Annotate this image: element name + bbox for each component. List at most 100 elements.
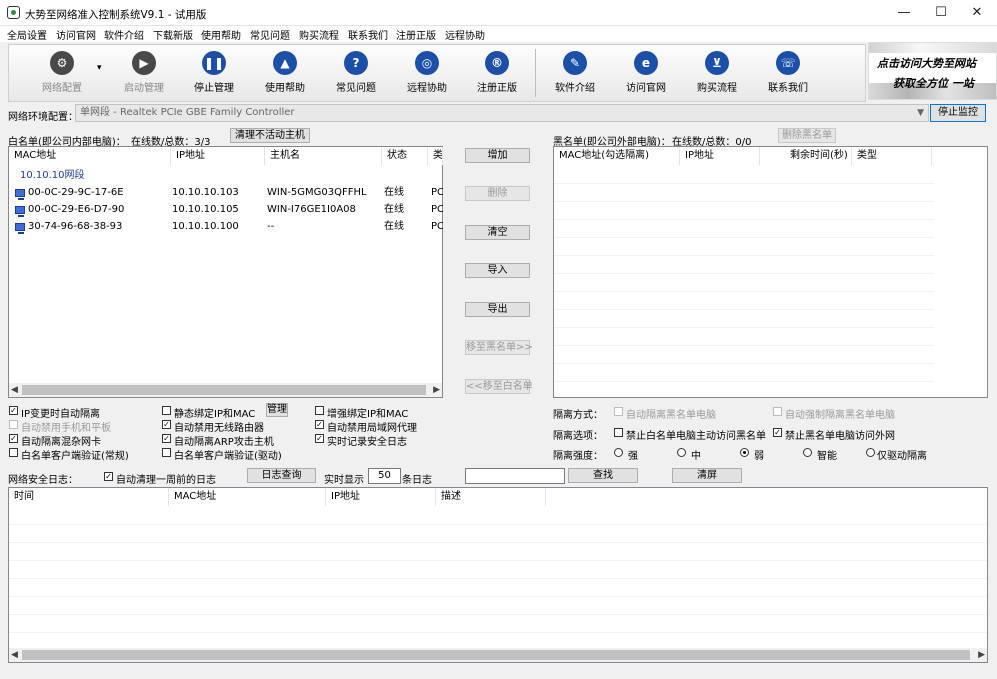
- forbid-black-internet-checkbox[interactable]: ✓: [773, 428, 782, 437]
- add-button[interactable]: 增加: [465, 148, 530, 163]
- ip-change-isolate-checkbox[interactable]: ✓: [9, 406, 18, 415]
- stop-manage-button[interactable]: ❚❚ 停止管理: [181, 49, 247, 97]
- col-status[interactable]: 状态: [382, 147, 428, 165]
- grid-line: [9, 560, 987, 561]
- software-intro-button[interactable]: ✎ 软件介绍: [542, 49, 608, 97]
- help-button[interactable]: ▲ 使用帮助: [252, 49, 318, 97]
- menu-contact[interactable]: 联系我们: [348, 27, 388, 42]
- auto-isolate-checkbox[interactable]: [614, 407, 623, 416]
- move-to-whitelist-button[interactable]: <<移至白名单: [465, 379, 533, 394]
- official-site-button[interactable]: e 访问官网: [613, 49, 679, 97]
- menu-help[interactable]: 使用帮助: [201, 27, 241, 42]
- col-remaining-time[interactable]: 剩余时间(秒): [760, 147, 852, 165]
- col-hostname[interactable]: 主机名: [265, 147, 382, 165]
- col-ip[interactable]: IP地址: [326, 488, 436, 506]
- row-status: 在线: [384, 204, 404, 215]
- scroll-thumb[interactable]: [22, 650, 970, 660]
- menu-register[interactable]: 注册正版: [396, 27, 436, 42]
- menu-software-intro[interactable]: 软件介绍: [104, 27, 144, 42]
- delete-button[interactable]: 删除: [465, 186, 530, 201]
- menu-purchase[interactable]: 购买流程: [299, 27, 339, 42]
- computer-icon: [15, 223, 25, 234]
- col-type[interactable]: 类型: [852, 147, 932, 165]
- purchase-button[interactable]: ⊻ 购买流程: [684, 49, 750, 97]
- log-count-input[interactable]: 50: [368, 468, 401, 484]
- start-manage-button[interactable]: ▶ 启动管理: [111, 49, 177, 97]
- maximize-button[interactable]: ☐: [922, 0, 960, 26]
- tb-label: 联系我们: [768, 83, 808, 94]
- col-time[interactable]: 时间: [9, 488, 169, 506]
- col-type[interactable]: 类: [428, 147, 443, 165]
- scroll-left-icon[interactable]: ◀: [11, 648, 18, 662]
- strength-smart-radio[interactable]: [803, 448, 812, 457]
- row-status: 在线: [384, 187, 404, 198]
- static-bind-checkbox[interactable]: [162, 406, 171, 415]
- menu-remote-assist[interactable]: 远程协助: [445, 27, 485, 42]
- log-search-input[interactable]: [465, 468, 565, 484]
- stop-monitor-button[interactable]: 停止监控: [930, 104, 986, 122]
- tb-label: 软件介绍: [555, 83, 595, 94]
- banner-line2: 获取全方位 一站: [893, 77, 974, 90]
- log-query-button[interactable]: 日志查询: [247, 468, 316, 483]
- strength-strong-radio[interactable]: [614, 448, 623, 457]
- register-button[interactable]: ® 注册正版: [464, 49, 530, 97]
- disable-wireless-router-checkbox[interactable]: ✓: [162, 420, 171, 429]
- col-ip[interactable]: IP地址: [680, 147, 760, 165]
- network-config-button[interactable]: ⚙ 网络配置: [29, 49, 95, 97]
- strength-driver-radio[interactable]: [866, 448, 875, 457]
- export-button[interactable]: 导出: [465, 302, 530, 317]
- clear-inactive-button[interactable]: 清理不活动主机: [230, 128, 310, 143]
- isolate-arp-checkbox[interactable]: ✓: [162, 434, 171, 443]
- network-select[interactable]: 单网段 - Realtek PCIe GBE Family Controller…: [75, 104, 929, 122]
- realtime-log-checkbox[interactable]: ✓: [315, 434, 324, 443]
- faq-button[interactable]: ? 常见问题: [323, 49, 389, 97]
- group-header[interactable]: 10.10.10网段: [20, 168, 85, 184]
- remote-assist-button[interactable]: ◎ 远程协助: [394, 49, 460, 97]
- col-mac-isolate[interactable]: MAC地址(勾选隔离): [554, 147, 680, 165]
- menu-global-settings[interactable]: 全局设置: [7, 27, 47, 42]
- move-to-blacklist-button[interactable]: 移至黑名单>>: [465, 340, 533, 355]
- strength-weak-radio[interactable]: [740, 448, 749, 457]
- row-host: WIN-5GMG03QFFHL: [267, 187, 367, 198]
- menu-official-site[interactable]: 访问官网: [56, 27, 96, 42]
- clear-button[interactable]: 清空: [465, 225, 530, 240]
- log-scrollbar[interactable]: ◀ ▶: [9, 648, 987, 662]
- col-ip[interactable]: IP地址: [171, 147, 265, 165]
- minimize-button[interactable]: —: [885, 0, 923, 26]
- clear-screen-button[interactable]: 清屏: [672, 468, 742, 483]
- close-button[interactable]: ✕: [958, 0, 996, 26]
- network-config-label: 网络环境配置：: [8, 112, 78, 123]
- bind-manage-button[interactable]: 管理: [266, 403, 288, 417]
- menu-faq[interactable]: 常见问题: [250, 27, 290, 42]
- title-bar: 大势至网络准入控制系统V9.1 - 试用版 — ☐ ✕: [0, 0, 997, 26]
- scroll-right-icon[interactable]: ▶: [433, 383, 440, 397]
- strength-strong-label: 强: [628, 451, 638, 462]
- force-isolate-checkbox[interactable]: [773, 407, 782, 416]
- scroll-thumb[interactable]: [22, 385, 426, 395]
- import-button[interactable]: 导入: [465, 263, 530, 278]
- enhanced-bind-checkbox[interactable]: [315, 406, 324, 415]
- find-button[interactable]: 查找: [568, 468, 638, 483]
- scroll-right-icon[interactable]: ▶: [978, 648, 985, 662]
- forbid-white-access-checkbox[interactable]: [614, 428, 623, 437]
- auto-clean-log-checkbox[interactable]: ✓: [104, 472, 113, 481]
- strength-medium-radio[interactable]: [677, 448, 686, 457]
- col-mac[interactable]: MAC地址: [169, 488, 326, 506]
- disable-lan-proxy-checkbox[interactable]: ✓: [315, 420, 324, 429]
- col-mac[interactable]: MAC地址: [9, 147, 171, 165]
- col-description[interactable]: 描述: [436, 488, 546, 506]
- tb-label: 购买流程: [697, 83, 737, 94]
- config-dropdown-icon[interactable]: ▾: [97, 63, 102, 73]
- scroll-left-icon[interactable]: ◀: [11, 383, 18, 397]
- grid-line: [554, 363, 934, 364]
- isolate-mixed-nic-checkbox[interactable]: ✓: [9, 434, 18, 443]
- whitelist-scrollbar[interactable]: ◀ ▶: [9, 383, 442, 397]
- promo-banner[interactable]: 点击访问大势至网站 获取全方位 一站: [868, 42, 997, 100]
- contact-button[interactable]: ☏ 联系我们: [755, 49, 821, 97]
- disable-phone-label: 自动禁用手机和平板: [21, 423, 111, 434]
- disable-phone-checkbox[interactable]: [9, 420, 18, 429]
- menu-download[interactable]: 下载新版: [153, 27, 193, 42]
- whitelist-client-driver-checkbox[interactable]: [162, 448, 171, 457]
- whitelist-client-normal-checkbox[interactable]: [9, 448, 18, 457]
- delete-blacklist-button[interactable]: 删除黑名单: [778, 128, 836, 143]
